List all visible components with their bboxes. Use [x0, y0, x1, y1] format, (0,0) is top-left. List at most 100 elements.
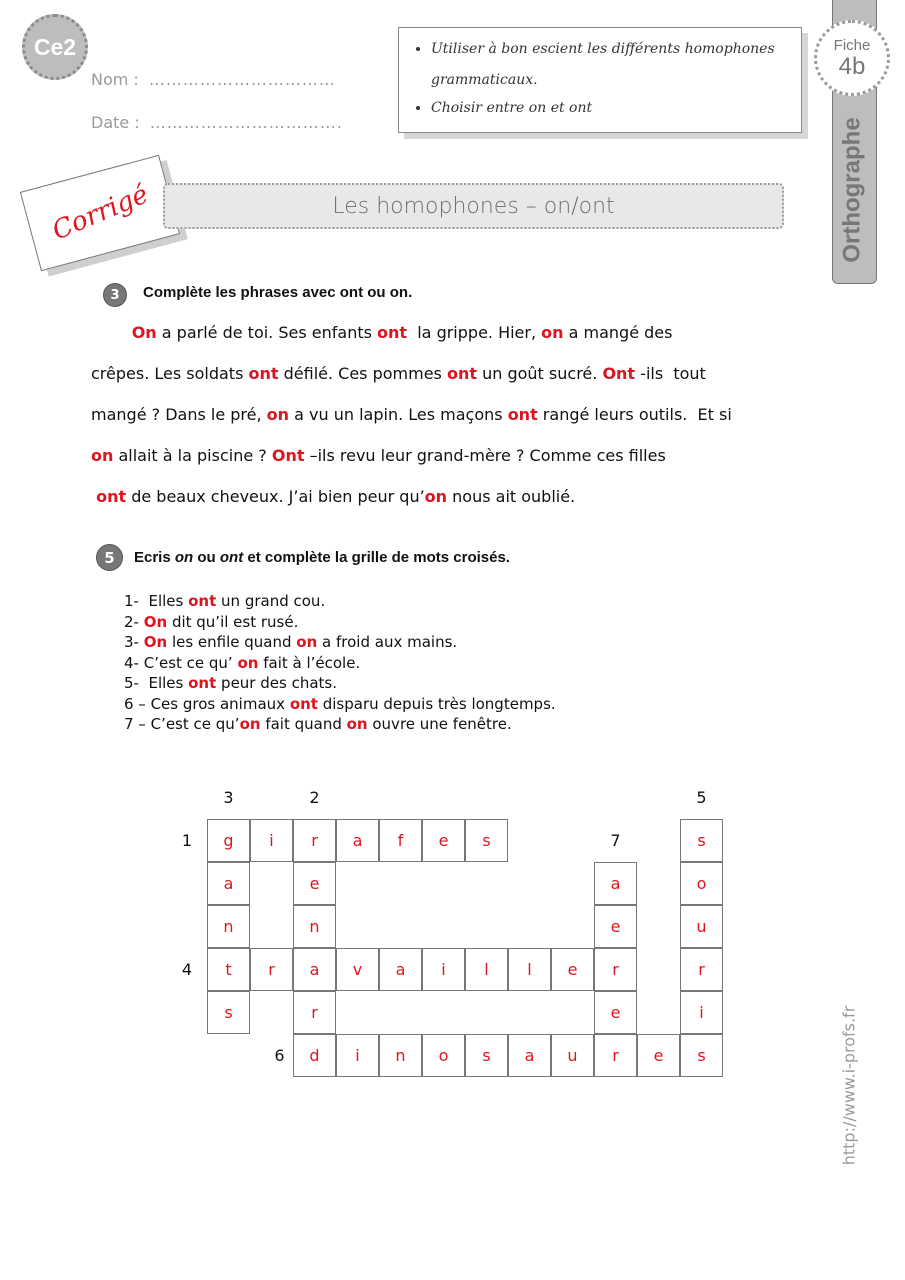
crossword-clue-number: 7 [610, 831, 621, 850]
crossword-cell[interactable]: d [293, 1034, 336, 1077]
crossword-cell[interactable]: a [379, 948, 422, 991]
crossword-cell[interactable]: e [594, 991, 637, 1034]
crossword-cell[interactable]: r [680, 948, 723, 991]
crossword-cell[interactable]: a [594, 862, 637, 905]
text-segment: fait quand [260, 715, 347, 733]
text-segment: peur des chats. [216, 674, 337, 692]
text-segment: 1- Elles [124, 592, 189, 610]
sentence-line: crêpes. Les soldats ont défilé. Ces pomm… [91, 364, 706, 383]
answer-word: ont [188, 674, 217, 692]
crossword-cell[interactable]: e [422, 819, 465, 862]
clue-item: 3- On les enfile quand on a froid aux ma… [124, 632, 556, 653]
answer-word: ont [377, 323, 408, 342]
answer-word: on [239, 715, 261, 733]
text-segment: crêpes. Les soldats [91, 364, 249, 383]
crossword-cell[interactable]: i [250, 819, 293, 862]
crossword-cell[interactable]: s [465, 1034, 508, 1077]
answer-word: On [143, 612, 168, 631]
text-segment: un grand cou. [216, 592, 326, 610]
name-field[interactable]: Nom : …………………………… [91, 70, 336, 89]
crossword-cell[interactable]: r [594, 1034, 637, 1077]
text-segment [91, 323, 132, 342]
crossword-cell[interactable]: t [207, 948, 250, 991]
crossword-cell[interactable]: e [594, 905, 637, 948]
crossword-cell[interactable]: r [594, 948, 637, 991]
text-segment: –ils revu leur grand-mère ? Comme ces fi… [304, 446, 666, 465]
answer-word: on [424, 487, 448, 506]
crossword-cell[interactable]: n [293, 905, 336, 948]
crossword-cell[interactable]: n [379, 1034, 422, 1077]
crossword-cell[interactable]: s [680, 819, 723, 862]
crossword-cell[interactable]: l [508, 948, 551, 991]
text-segment: mangé ? Dans le pré, [91, 405, 267, 424]
crossword-cell[interactable]: i [422, 948, 465, 991]
text-segment: 4- C’est ce qu’ [124, 653, 238, 672]
crossword-cell[interactable]: i [336, 1034, 379, 1077]
answer-word: on [346, 715, 368, 733]
date-field[interactable]: Date : ……………………………. [91, 113, 343, 132]
text-segment: -ils tout [635, 364, 706, 383]
sentence-line: On a parlé de toi. Ses enfants ont la gr… [91, 323, 673, 342]
answer-word: ont [188, 592, 217, 610]
answer-word: ont [507, 405, 538, 424]
crossword-cell[interactable]: r [293, 819, 336, 862]
text-segment: a vu un lapin. Les maçons [289, 405, 508, 424]
crossword-cell[interactable]: l [465, 948, 508, 991]
crossword-cell[interactable]: a [207, 862, 250, 905]
answer-word: Ont [271, 446, 305, 465]
text-segment: de beaux cheveux. J’ai bien peur qu’ [126, 487, 425, 506]
exercise-3-instruction: Complète les phrases avec ont ou on. [143, 284, 413, 301]
clue-item: 5- Elles ont peur des chats. [124, 673, 556, 694]
answer-word: ont [248, 364, 279, 383]
answer-word: On [131, 323, 157, 342]
text-segment: 2- [124, 612, 144, 631]
clue-item: 2- On dit qu’il est rusé. [124, 612, 556, 633]
crossword-cell[interactable]: u [680, 905, 723, 948]
crossword-cell[interactable]: r [293, 991, 336, 1034]
objective-item: Utiliser à bon escient les différents ho… [431, 34, 801, 96]
subject-label: Orthographe [839, 117, 866, 263]
crossword-cell[interactable]: f [379, 819, 422, 862]
crossword-cell[interactable]: e [637, 1034, 680, 1077]
sentence-line: mangé ? Dans le pré, on a vu un lapin. L… [91, 405, 732, 424]
crossword-cell[interactable]: s [680, 1034, 723, 1077]
crossword-cell[interactable]: a [336, 819, 379, 862]
text-segment: défilé. Ces pommes [278, 364, 447, 383]
crossword-cell[interactable]: e [551, 948, 594, 991]
crossword-cell[interactable]: a [293, 948, 336, 991]
text-segment: les enfile quand [167, 633, 297, 651]
clue-item: 6 – Ces gros animaux ont disparu depuis … [124, 694, 556, 715]
text-segment: et complète la grille de mots croisés. [243, 549, 510, 566]
text-segment: 5- Elles [124, 674, 189, 692]
text-segment: a parlé de toi. Ses enfants [156, 323, 378, 342]
answer-word: ont [289, 694, 318, 713]
crossword-cell[interactable]: o [422, 1034, 465, 1077]
text-segment: on [174, 549, 194, 566]
objective-item: Choisir entre on et ont [431, 96, 801, 120]
fiche-badge: Fiche 4b [814, 20, 890, 96]
level-badge: Ce2 [22, 14, 88, 80]
text-segment: Ecris [134, 549, 175, 566]
crossword-cell[interactable]: i [680, 991, 723, 1034]
date-label: Date : [91, 113, 140, 132]
crossword-cell[interactable]: r [250, 948, 293, 991]
crossword-cell[interactable]: v [336, 948, 379, 991]
crossword-cell[interactable]: s [465, 819, 508, 862]
crossword-grid: girafessaeaonneutravaillerrsreidinosaure… [182, 788, 724, 1077]
exercise-5-instruction: Ecris on ou ont et complète la grille de… [134, 549, 510, 566]
text-segment: fait à l’école. [258, 653, 361, 672]
crossword-cell[interactable]: s [207, 991, 250, 1034]
crossword-cell[interactable]: g [207, 819, 250, 862]
crossword-cell[interactable]: a [508, 1034, 551, 1077]
crossword-clues: 1- Elles ont un grand cou. 2- On dit qu’i… [124, 591, 556, 735]
crossword-clue-number: 4 [181, 960, 193, 979]
crossword-cell[interactable]: u [551, 1034, 594, 1077]
clue-item: 1- Elles ont un grand cou. [124, 591, 556, 612]
text-segment: un goût sucré. [477, 364, 603, 383]
crossword-cell[interactable]: n [207, 905, 250, 948]
text-segment: 3- [124, 633, 144, 651]
crossword-cell[interactable]: e [293, 862, 336, 905]
crossword-cell[interactable]: o [680, 862, 723, 905]
sentence-line: ont de beaux cheveux. J’ai bien peur qu’… [91, 487, 575, 506]
name-dots: …………………………… [148, 70, 336, 89]
